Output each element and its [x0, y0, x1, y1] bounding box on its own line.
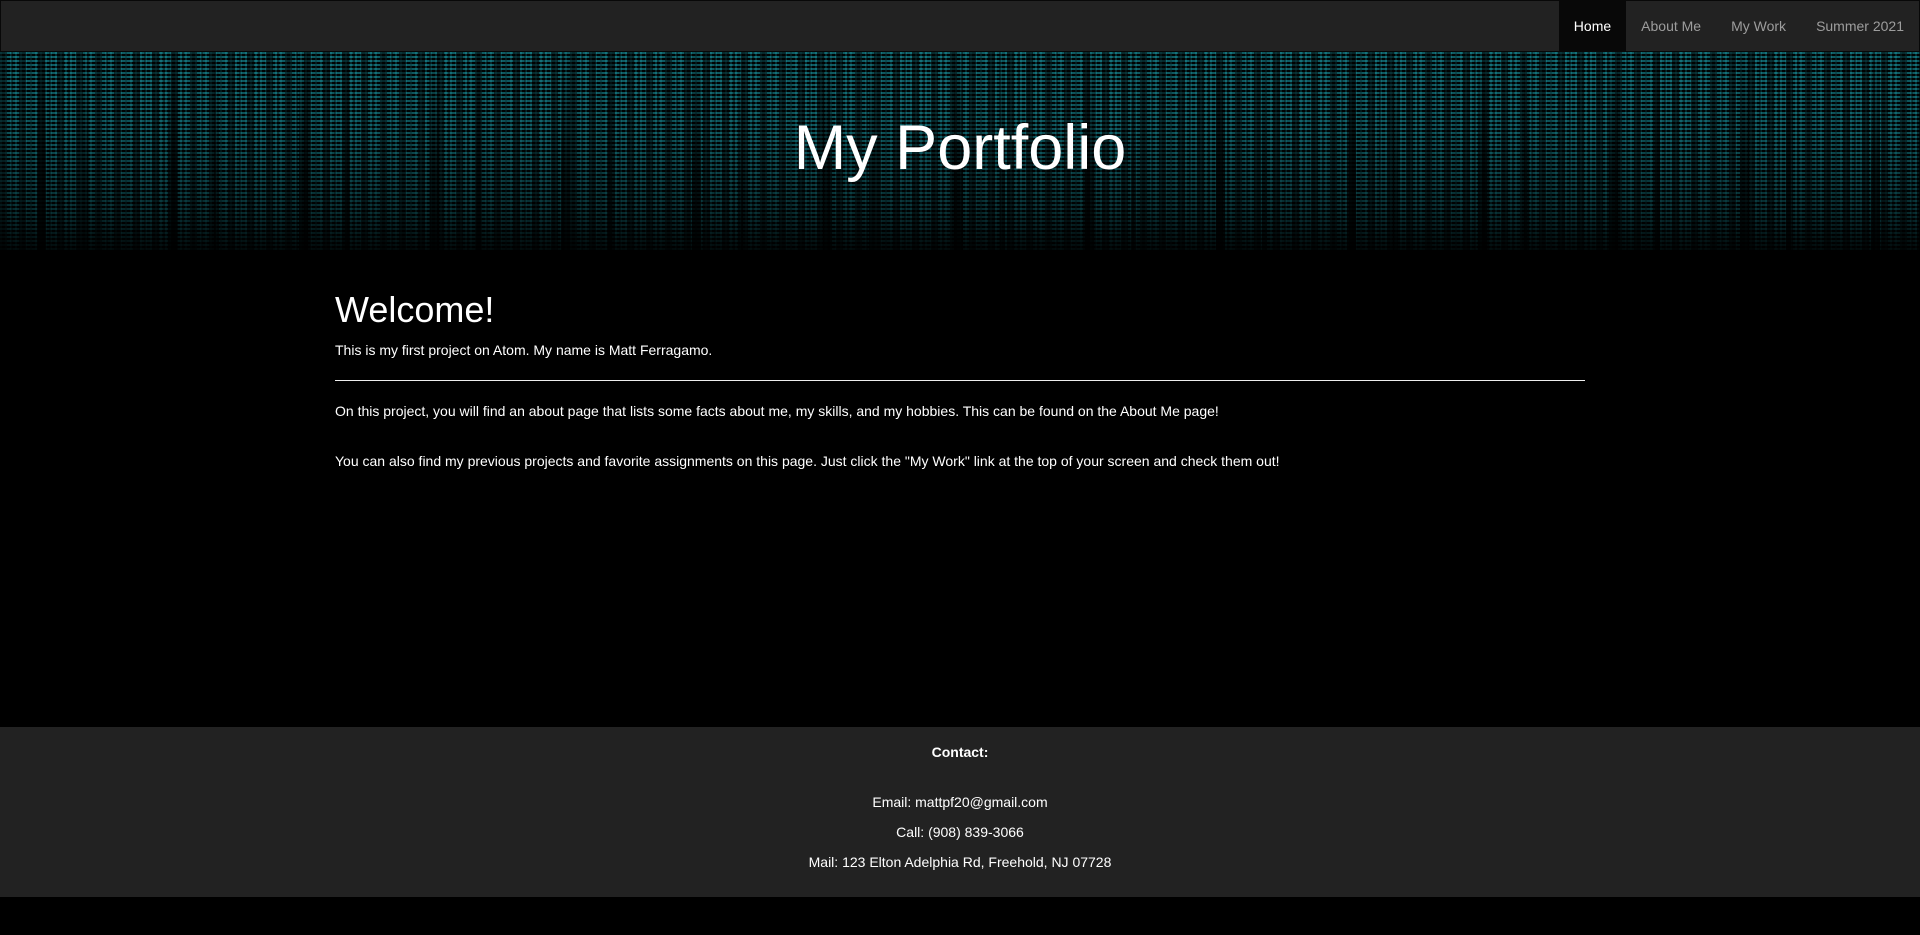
intro-text: This is my first project on Atom. My nam…: [335, 341, 713, 358]
nav-menu: Home About Me My Work Summer 2021: [1558, 1, 1919, 51]
contact-footer: Contact: Email: mattpf20@gmail.com Call:…: [0, 727, 1920, 897]
nav-item-about-me-label: About Me: [1641, 18, 1702, 34]
about-paragraph: On this project, you will find an about …: [335, 402, 1219, 419]
contact-phone: Call: (908) 839-3066: [896, 824, 1024, 840]
nav-item-summer-2021[interactable]: Summer 2021: [1801, 1, 1919, 51]
main-content: Welcome! This is my first project on Ato…: [335, 290, 1585, 471]
nav-item-my-work[interactable]: My Work: [1716, 1, 1801, 51]
work-paragraph: You can also find my previous projects a…: [335, 452, 1280, 469]
section-divider: [335, 379, 1585, 381]
contact-email: Email: mattpf20@gmail.com: [872, 794, 1048, 810]
page-bottom: [0, 897, 1920, 935]
contact-heading: Contact:: [931, 744, 989, 760]
contact-mail: Mail: 123 Elton Adelphia Rd, Freehold, N…: [808, 854, 1112, 870]
welcome-heading: Welcome!: [335, 289, 495, 330]
page-title: My Portfolio: [793, 113, 1127, 183]
hero-banner: My Portfolio: [0, 52, 1920, 250]
nav-item-home[interactable]: Home: [1558, 1, 1627, 51]
nav-item-my-work-label: My Work: [1731, 18, 1787, 34]
top-navbar: Home About Me My Work Summer 2021: [0, 0, 1920, 52]
nav-item-summer-2021-label: Summer 2021: [1816, 18, 1904, 34]
nav-item-about-me[interactable]: About Me: [1626, 1, 1716, 51]
nav-item-home-label: Home: [1573, 18, 1612, 34]
